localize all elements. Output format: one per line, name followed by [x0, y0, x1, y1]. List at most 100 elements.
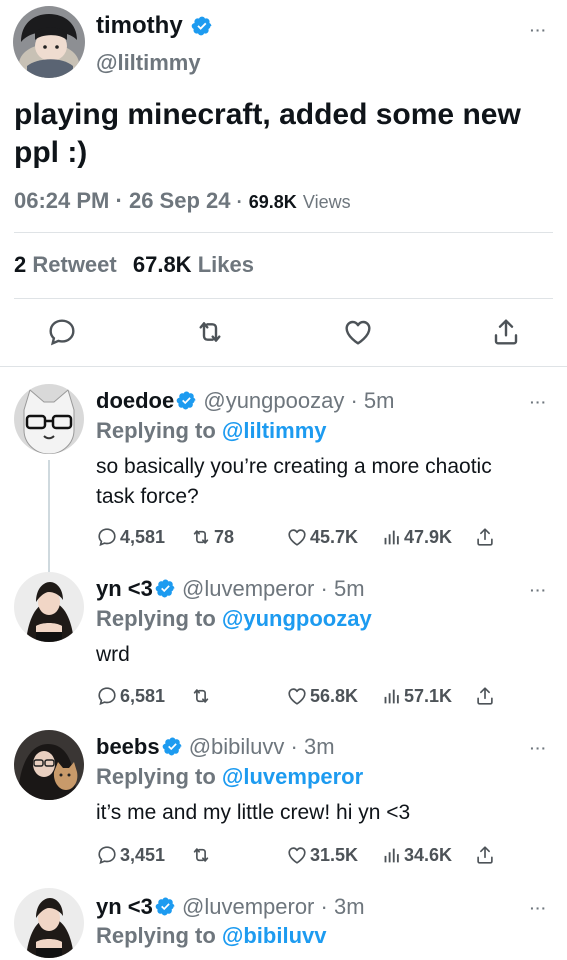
reply-header: doedoe @yungpoozay · 5m: [96, 388, 394, 414]
more-options-icon[interactable]: ···: [530, 582, 547, 598]
views-count: 47.9K: [404, 526, 453, 547]
author-avatar[interactable]: [13, 6, 85, 78]
like-count: 67.8K: [132, 252, 192, 277]
reply-retweets[interactable]: [190, 685, 214, 707]
reply-author-name[interactable]: yn <3: [96, 894, 153, 919]
verified-badge-icon: [155, 578, 176, 599]
retweets-stat[interactable]: 2 Retweet: [14, 252, 123, 277]
like-button[interactable]: [342, 316, 374, 348]
reply-likes[interactable]: 31.5K: [286, 844, 358, 866]
comment-count: 4,581: [120, 526, 166, 547]
reply-views[interactable]: 57.1K: [380, 685, 452, 707]
replying-to-mention[interactable]: @luvemperor: [222, 764, 363, 789]
tweet-time: 06:24 PM: [14, 188, 110, 213]
replying-to-mention[interactable]: @bibiluvv: [222, 923, 327, 948]
likes-stat[interactable]: 67.8K Likes: [133, 252, 254, 277]
meta-separator: ·: [115, 188, 123, 213]
reply-likes[interactable]: 45.7K: [286, 526, 358, 548]
meta-separator: ·: [236, 192, 243, 212]
reply-author-handle[interactable]: @luvemperor: [182, 576, 314, 601]
reply-author-name[interactable]: yn <3: [96, 576, 153, 601]
divider: [14, 298, 553, 299]
retweet-count: 2: [14, 252, 27, 277]
divider: [14, 232, 553, 233]
reply-header: yn <3 @luvemperor · 3m: [96, 894, 365, 920]
share-icon[interactable]: [474, 844, 496, 866]
reply-text: it’s me and my little crew! hi yn <3: [96, 801, 411, 824]
reply-author-handle[interactable]: @luvemperor: [182, 894, 314, 919]
replying-to-label: Replying to: [96, 764, 216, 789]
reply-retweets[interactable]: [190, 844, 214, 866]
heart-icon: [286, 685, 308, 707]
views-count: 69.8K: [248, 192, 297, 212]
author-name[interactable]: timothy: [96, 12, 213, 40]
retweet-icon: [190, 685, 212, 707]
heart-icon: [286, 526, 308, 548]
like-count: 31.5K: [310, 844, 359, 865]
reply-author-name[interactable]: beebs: [96, 734, 160, 759]
reply-views[interactable]: 34.6K: [380, 844, 452, 866]
like-count: 56.8K: [310, 685, 359, 706]
divider: [0, 366, 567, 367]
reply-author-name[interactable]: doedoe: [96, 388, 174, 413]
retweet-button[interactable]: [194, 316, 226, 348]
replying-to-label: Replying to: [96, 923, 216, 948]
reply-avatar[interactable]: [14, 572, 84, 642]
reply-text: wrd: [96, 643, 130, 666]
retweet-label: Retweet: [32, 252, 117, 277]
more-options-icon[interactable]: ···: [530, 740, 547, 756]
reply-button[interactable]: [46, 316, 78, 348]
reply-avatar[interactable]: [14, 384, 84, 454]
reply-text: so basically you’re creating a more chao…: [96, 455, 492, 508]
replying-to-label: Replying to: [96, 606, 216, 631]
like-label: Likes: [197, 252, 254, 277]
share-icon[interactable]: [474, 685, 496, 707]
person-with-cat-avatar-image: [14, 730, 84, 800]
reply-time: · 3m: [290, 734, 335, 759]
views-count: 34.6K: [404, 844, 453, 865]
author-name-text: timothy: [96, 12, 183, 39]
verified-badge-icon: [162, 736, 183, 757]
replying-to-mention[interactable]: @liltimmy: [222, 418, 327, 443]
replying-to: Replying to @liltimmy: [96, 418, 327, 444]
comment-icon: [96, 844, 118, 866]
reply-avatar[interactable]: [14, 730, 84, 800]
verified-badge-icon: [191, 15, 213, 37]
verified-badge-icon: [155, 896, 176, 917]
views-bar-chart-icon: [380, 844, 402, 866]
reply-author-handle[interactable]: @yungpoozay: [203, 388, 344, 413]
replying-to: Replying to @bibiluvv: [96, 923, 326, 949]
comment-icon: [96, 685, 118, 707]
reply-header: yn <3 @luvemperor · 5m: [96, 576, 365, 602]
more-options-icon[interactable]: ···: [530, 900, 547, 916]
comment-icon: [96, 526, 118, 548]
more-options-icon[interactable]: ···: [530, 394, 547, 410]
tweet-text: playing minecraft, added some new ppl :): [14, 98, 521, 169]
replying-to-label: Replying to: [96, 418, 216, 443]
share-button[interactable]: [490, 316, 522, 348]
share-icon[interactable]: [474, 526, 496, 548]
engagement-stats: 2 Retweet 67.8K Likes: [14, 252, 254, 278]
reply-header: beebs @bibiluvv · 3m: [96, 734, 335, 760]
replying-to: Replying to @yungpoozay: [96, 606, 372, 632]
views-label: Views: [302, 192, 351, 212]
reply-comments[interactable]: 4,581: [96, 526, 165, 548]
reply-time: · 3m: [320, 894, 365, 919]
reply-retweets[interactable]: 78: [190, 526, 234, 548]
reply-author-handle[interactable]: @bibiluvv: [189, 734, 285, 759]
reply-comments[interactable]: 6,581: [96, 685, 165, 707]
author-handle[interactable]: @liltimmy: [96, 50, 201, 76]
replying-to: Replying to @luvemperor: [96, 764, 363, 790]
reply-avatar[interactable]: [14, 888, 84, 958]
verified-badge-icon: [176, 390, 197, 411]
comment-count: 3,451: [120, 844, 166, 865]
views-bar-chart-icon: [380, 685, 402, 707]
more-options-icon[interactable]: ···: [530, 22, 547, 38]
reply-views[interactable]: 47.9K: [380, 526, 452, 548]
person-avatar-image: [14, 888, 84, 958]
reply-comments[interactable]: 3,451: [96, 844, 165, 866]
reply-likes[interactable]: 56.8K: [286, 685, 358, 707]
like-count: 45.7K: [310, 526, 359, 547]
replying-to-mention[interactable]: @yungpoozay: [222, 606, 372, 631]
avatar-image: [13, 6, 85, 78]
